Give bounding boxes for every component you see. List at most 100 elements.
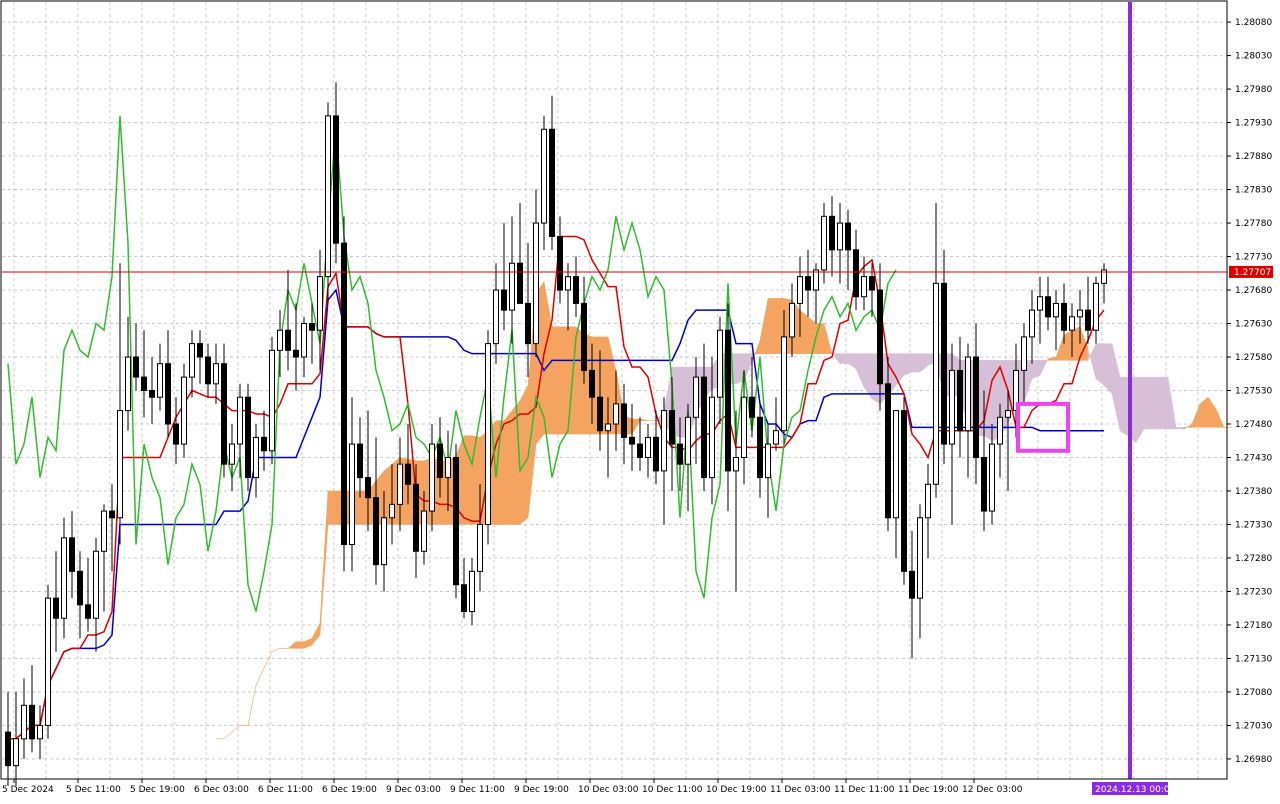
candle-bullish — [101, 510, 107, 552]
candle-bullish — [61, 537, 67, 619]
candle-bearish — [405, 463, 411, 485]
candle-bearish — [357, 443, 363, 479]
y-tick-label: 1.27830 — [1235, 186, 1272, 196]
cloud-segment-bearish — [1175, 427, 1185, 430]
candle-bullish — [397, 463, 403, 505]
y-tick-label: 1.27480 — [1235, 420, 1272, 430]
candle-bearish — [69, 537, 75, 572]
candle-bearish — [173, 423, 179, 445]
current-price-label: 1.27707 — [1234, 268, 1271, 278]
candle-bearish — [149, 390, 155, 398]
x-tick-label: 5 Dec 11:00 — [66, 785, 121, 795]
candle-bullish — [125, 356, 131, 412]
y-tick-label: 1.27230 — [1235, 587, 1272, 597]
candle-bearish — [725, 329, 731, 472]
candle-bullish — [93, 550, 99, 619]
x-tick-label: 9 Dec 03:00 — [386, 785, 441, 795]
candle-bullish — [533, 222, 539, 345]
candle-bearish — [85, 604, 91, 619]
y-tick-label: 1.26980 — [1235, 755, 1272, 765]
cloud-segment-bullish — [519, 385, 529, 526]
candle-bullish — [1077, 309, 1083, 318]
y-tick-label: 1.27180 — [1235, 621, 1272, 631]
candle-bearish — [941, 282, 947, 445]
y-tick-label: 1.27080 — [1235, 688, 1272, 698]
candle-bullish — [989, 443, 995, 512]
x-tick-label: 6 Dec 19:00 — [322, 785, 377, 795]
cloud-segment-bullish — [559, 326, 569, 435]
candle-bearish — [981, 456, 987, 512]
x-tick-label: 9 Dec 11:00 — [450, 785, 505, 795]
candle-bullish — [613, 403, 619, 425]
candle-bearish — [853, 249, 859, 298]
candle-bearish — [29, 704, 35, 740]
x-tick-label: 5 Dec 2024 — [2, 785, 54, 795]
candle-bullish — [429, 443, 435, 512]
cloud-segment-bearish — [1119, 376, 1129, 437]
candle-bullish — [949, 369, 955, 445]
candle-bearish — [525, 302, 531, 345]
candle-bearish — [221, 363, 227, 465]
candle-bearish — [341, 242, 347, 546]
candle-bullish — [45, 597, 51, 726]
candle-bullish — [1029, 309, 1035, 338]
candle-bearish — [845, 222, 851, 251]
candle-bullish — [565, 276, 571, 291]
x-tick-label: 9 Dec 19:00 — [514, 785, 569, 795]
candle-bullish — [693, 376, 699, 418]
y-tick-label: 1.28080 — [1235, 18, 1272, 28]
candle-bearish — [757, 416, 763, 479]
candle-bearish — [829, 215, 835, 251]
candle-bullish — [1021, 336, 1027, 371]
candle-bullish — [789, 302, 795, 338]
candle-bearish — [453, 456, 459, 586]
candle-bullish — [301, 323, 307, 358]
candle-bearish — [669, 410, 675, 445]
candle-bearish — [653, 436, 659, 472]
candle-bearish — [133, 356, 139, 378]
candle-bullish — [893, 410, 899, 519]
candle-bearish — [365, 477, 371, 499]
candle-bullish — [349, 443, 355, 546]
candle-bearish — [549, 128, 555, 237]
candle-bullish — [469, 570, 475, 613]
candle-bearish — [1061, 302, 1067, 331]
candle-bullish — [741, 396, 747, 458]
candle-bullish — [237, 396, 243, 445]
candle-bullish — [253, 436, 259, 479]
candle-bearish — [885, 383, 891, 519]
x-tick-label: 6 Dec 11:00 — [258, 785, 313, 795]
cloud-segment-bullish — [767, 298, 777, 354]
candle-bullish — [325, 115, 331, 278]
cloud-segment-bullish — [807, 316, 817, 354]
candle-bearish — [597, 396, 603, 432]
candle-bullish — [781, 336, 787, 432]
candle-bearish — [141, 376, 147, 392]
candle-bearish — [413, 483, 419, 552]
y-tick-label: 1.27530 — [1235, 387, 1272, 397]
candle-bearish — [77, 570, 83, 606]
cloud-segment-bullish — [295, 641, 305, 649]
x-tick-label: 11 Dec 19:00 — [898, 785, 959, 795]
y-tick-label: 1.27730 — [1235, 253, 1272, 263]
candle-bullish — [645, 436, 651, 458]
cloud-segment-bearish — [911, 353, 921, 373]
candle-bearish — [869, 276, 875, 291]
candle-bullish — [933, 282, 939, 485]
x-tick-label: 10 Dec 11:00 — [642, 785, 703, 795]
y-tick-label: 1.27130 — [1235, 654, 1272, 664]
candle-bullish — [317, 276, 323, 331]
candle-bearish — [909, 570, 915, 599]
cloud-segment-bullish — [1063, 329, 1073, 361]
candle-bearish — [973, 356, 979, 458]
x-tick-label: 12 Dec 03:00 — [962, 785, 1023, 795]
chart-canvas[interactable]: 1.28080 1.28030 1.27980 1.27930 1.27880 1.278… — [0, 0, 1280, 800]
candle-bullish — [917, 517, 923, 599]
candle-bullish — [213, 363, 219, 385]
candle-bullish — [277, 329, 283, 351]
ichimoku-chart[interactable]: 1.28080 1.28030 1.27980 1.27930 1.27880 1.278… — [0, 0, 1280, 800]
candle-bullish — [813, 269, 819, 291]
y-tick-label: 1.27330 — [1235, 520, 1272, 530]
candle-bullish — [709, 396, 715, 479]
candle-bearish — [637, 443, 643, 458]
